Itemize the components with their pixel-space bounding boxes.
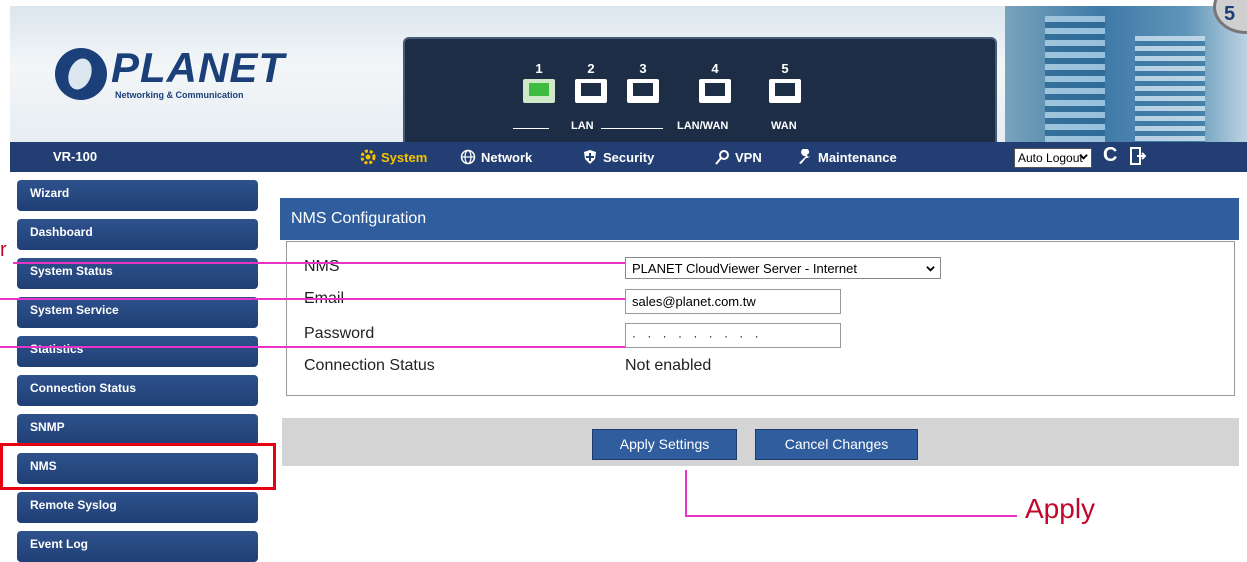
chevron-down-icon: [1079, 154, 1088, 160]
nms-label: NMS: [304, 258, 340, 275]
sidebar-item-label: SNMP: [30, 420, 65, 434]
sidebar-item-label: System Status: [30, 264, 113, 278]
group-line: [513, 128, 549, 129]
nms-panel-header: NMS Configuration: [280, 198, 1239, 240]
nms-server-value: PLANET CloudViewer Server - Internet: [632, 261, 857, 276]
logo-subtitle: Networking & Communication: [115, 90, 244, 100]
menu-network-label: Network: [481, 149, 533, 165]
wrench-icon: [799, 149, 810, 164]
menu-system-label: System: [381, 149, 428, 165]
connection-status-value: Not enabled: [625, 357, 712, 374]
menu-vpn-label: VPN: [735, 149, 762, 165]
connection-status-label: Connection Status: [304, 357, 435, 374]
ethernet-port-icon: [627, 79, 659, 103]
group-line: [601, 128, 663, 129]
ethernet-port-icon: [769, 79, 801, 103]
header-banner: PLANET Networking & Communication 1 2 3 …: [10, 6, 1247, 149]
shield-icon: [584, 150, 596, 164]
menu-vpn[interactable]: VPN: [714, 149, 762, 165]
sidebar-item-label: Wizard: [30, 186, 70, 200]
sidebar-item-snmp[interactable]: SNMP: [17, 414, 258, 445]
menu-security-label: Security: [603, 149, 655, 165]
sidebar-item-dashboard[interactable]: Dashboard: [17, 219, 258, 250]
apply-settings-label: Apply Settings: [619, 436, 710, 452]
sidebar-item-system-service[interactable]: System Service: [17, 297, 258, 328]
annotation-line-nms: [13, 262, 625, 264]
sidebar-item-label: Dashboard: [30, 225, 93, 239]
sidebar-item-label: System Service: [30, 303, 119, 317]
sidebar-item-label: Event Log: [30, 537, 89, 551]
sidebar-item-event-log[interactable]: Event Log: [17, 531, 258, 562]
port-number: 2: [587, 61, 595, 76]
port-number: 3: [639, 61, 647, 76]
annotation-line-email: [0, 298, 625, 300]
group-label-lan: LAN: [571, 120, 594, 132]
top-menu-bar: VR-100 System Network Security VPN Maint…: [10, 142, 1247, 172]
planet-logo: PLANET Networking & Communication: [55, 44, 284, 106]
sidebar-item-remote-syslog[interactable]: Remote Syslog: [17, 492, 258, 523]
annotation-left-char: r: [0, 239, 7, 261]
refresh-icon[interactable]: C: [1103, 144, 1117, 167]
port-4: 4: [696, 61, 734, 109]
sidebar-item-wizard[interactable]: Wizard: [17, 180, 258, 211]
annotation-apply: Apply: [1025, 493, 1096, 524]
gear-icon: [360, 149, 376, 165]
globe-icon: [460, 149, 476, 165]
annotation-line-apply-horizontal: [685, 515, 1017, 517]
sidebar-item-statistics[interactable]: Statistics: [17, 336, 258, 367]
port-3: 3: [624, 61, 662, 109]
port-number: 4: [711, 61, 719, 76]
menu-maintenance-label: Maintenance: [818, 149, 897, 165]
email-field[interactable]: [625, 289, 841, 314]
chevron-down-icon: [926, 266, 935, 272]
port-panel: 1 2 3 4 5 LAN LAN/WAN WAN: [403, 37, 997, 149]
step-badge-number: 5: [1224, 3, 1236, 25]
auto-logout-select[interactable]: Auto Logout: [1014, 148, 1092, 168]
group-label-wan: WAN: [771, 120, 797, 132]
page-title: NMS Configuration: [291, 210, 427, 227]
auto-logout-value: Auto Logout: [1018, 151, 1083, 165]
password-field[interactable]: [625, 323, 841, 348]
sidebar-item-label: Remote Syslog: [30, 498, 117, 512]
logout-icon[interactable]: [1130, 147, 1146, 165]
apply-settings-button[interactable]: Apply Settings: [592, 429, 737, 460]
port-5: 5: [766, 61, 804, 109]
sidebar-item-label: Connection Status: [30, 381, 137, 395]
annotation-line-password: [0, 346, 625, 348]
key-icon: [715, 150, 729, 165]
annotation-line-apply-vertical: [685, 470, 687, 516]
password-label: Password: [304, 325, 375, 342]
city-banner-image: [1005, 6, 1247, 142]
cancel-changes-button[interactable]: Cancel Changes: [755, 429, 918, 460]
ethernet-port-icon: [523, 79, 555, 103]
port-number: 5: [781, 61, 789, 76]
logo-text: PLANET: [111, 44, 285, 91]
menu-maintenance[interactable]: Maintenance: [797, 149, 897, 165]
port-number: 1: [535, 61, 543, 76]
device-name: VR-100: [53, 149, 98, 164]
group-label-lanwan: LAN/WAN: [677, 120, 729, 132]
ethernet-port-icon: [575, 79, 607, 103]
port-1: 1: [520, 61, 558, 109]
sidebar-item-connection-status[interactable]: Connection Status: [17, 375, 258, 406]
menu-network[interactable]: Network: [460, 149, 532, 165]
ethernet-port-icon: [699, 79, 731, 103]
nms-highlight-box: [0, 443, 276, 490]
sidebar-item-label: Statistics: [30, 342, 84, 356]
port-2: 2: [572, 61, 610, 109]
logo-mark-icon: [55, 48, 107, 100]
menu-system[interactable]: System: [360, 149, 427, 165]
cancel-changes-label: Cancel Changes: [784, 436, 889, 452]
menu-security[interactable]: Security: [582, 149, 654, 165]
nms-server-select[interactable]: PLANET CloudViewer Server - Internet: [625, 257, 941, 279]
